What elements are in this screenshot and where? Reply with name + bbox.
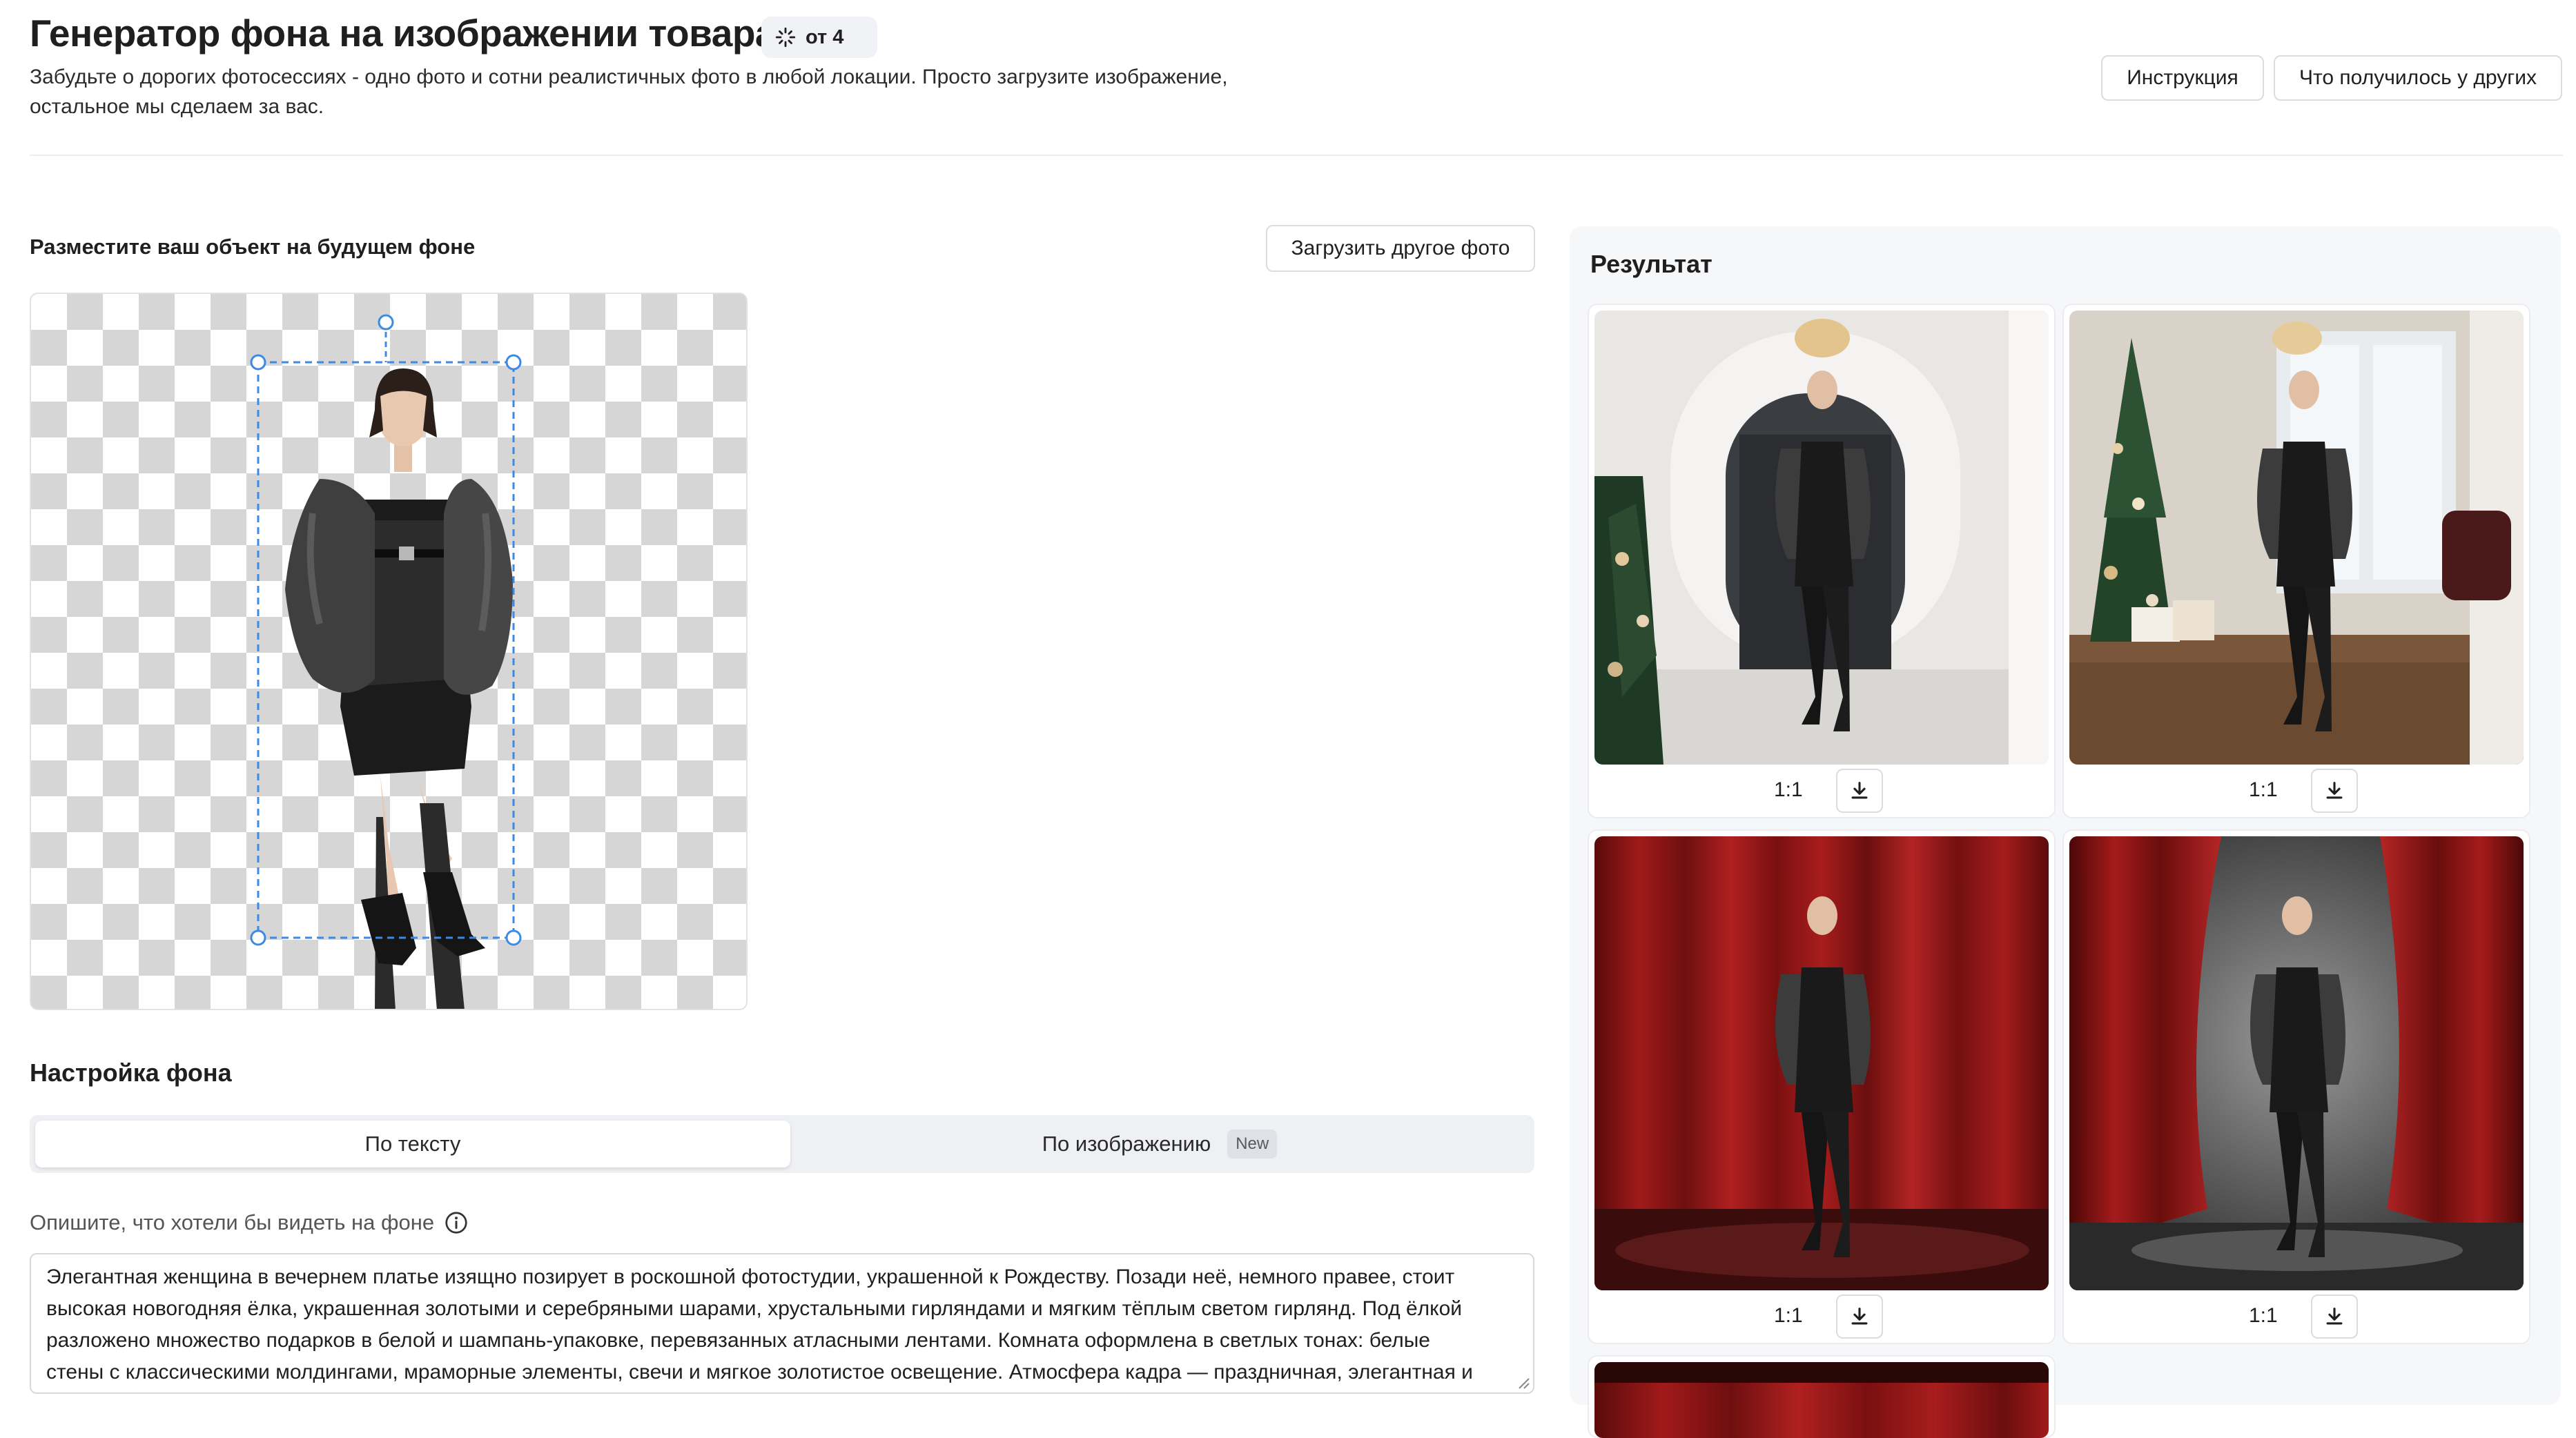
download-icon (2326, 1308, 2343, 1325)
resize-handle-bottom-right (505, 929, 522, 946)
result-heading: Результат (1590, 250, 1713, 278)
result-image-4[interactable] (2069, 836, 2524, 1290)
resize-grip-icon[interactable] (1515, 1375, 1530, 1390)
download-button[interactable] (1836, 1294, 1883, 1339)
place-object-label: Разместите ваш объект на будущем фоне (30, 235, 476, 259)
prompt-line: стены с классическими молдингами, мрамор… (46, 1361, 1473, 1383)
subtitle-line-2: остальное мы сделаем за вас. (30, 95, 324, 118)
download-icon (1851, 1308, 1868, 1325)
header-divider (30, 155, 2563, 156)
result-image-3[interactable] (1594, 836, 2049, 1290)
subtitle-line-1: Забудьте о дорогих фотосессиях - одно фо… (30, 66, 1228, 88)
download-icon (2326, 782, 2343, 799)
info-icon[interactable] (444, 1210, 469, 1235)
download-button[interactable] (2311, 1294, 2358, 1339)
background-settings-heading: Настройка фона (30, 1058, 232, 1087)
product-figure[interactable] (285, 368, 513, 1010)
page-subtitle: Забудьте о дорогих фотосессиях - одно фо… (30, 62, 1327, 121)
magic-sparkle-icon (775, 27, 796, 48)
prompt-label: Опишите, что хотели бы видеть на фоне (30, 1210, 469, 1235)
new-badge: New (1227, 1130, 1278, 1159)
instruction-button[interactable]: Инструкция (2101, 55, 2264, 101)
rotate-handle (378, 314, 394, 331)
tab-by-text[interactable]: По тексту (35, 1121, 790, 1168)
prompt-line: Элегантная женщина в вечернем платье изя… (46, 1265, 1455, 1288)
result-card: 1:1 (1588, 829, 2056, 1344)
tab-by-image-label: По изображению (1042, 1132, 1211, 1156)
aspect-ratio-label: 1:1 (2249, 778, 2278, 801)
prompt-textarea[interactable]: Элегантная женщина в вечернем платье изя… (30, 1253, 1534, 1394)
resize-handle-top-right (505, 354, 522, 371)
download-icon (1851, 782, 1868, 799)
aspect-ratio-label: 1:1 (1774, 778, 1803, 801)
placement-canvas[interactable] (30, 293, 748, 1010)
result-card (1588, 1355, 2056, 1438)
result-card: 1:1 (2062, 304, 2530, 818)
others-results-button[interactable]: Что получилось у других (2274, 55, 2562, 101)
result-image-5[interactable] (1594, 1362, 2049, 1438)
resize-handle-bottom-left (250, 929, 266, 946)
credits-badge: от 4 (761, 17, 877, 58)
tab-by-image[interactable]: По изображению New (790, 1121, 1529, 1168)
resize-handle-top-left (250, 354, 266, 371)
result-image-1[interactable] (1594, 311, 2049, 765)
download-button[interactable] (2311, 769, 2358, 813)
download-button[interactable] (1836, 769, 1883, 813)
aspect-ratio-label: 1:1 (1774, 1304, 1803, 1327)
background-mode-tabs: По тексту По изображению New (30, 1115, 1534, 1173)
page-title: Генератор фона на изображении товара (30, 12, 777, 55)
prompt-label-text: Опишите, что хотели бы видеть на фоне (30, 1210, 435, 1234)
upload-another-photo-button[interactable]: Загрузить другое фото (1266, 225, 1535, 272)
prompt-line: разложено множество подарков в белой и ш… (46, 1329, 1430, 1352)
result-card: 1:1 (1588, 304, 2056, 818)
result-card: 1:1 (2062, 829, 2530, 1344)
aspect-ratio-label: 1:1 (2249, 1304, 2278, 1327)
prompt-line: высокая новогодняя ёлка, украшенная золо… (46, 1297, 1463, 1320)
result-panel: Результат 1:1 1:1 1:1 1:1 (1570, 226, 2561, 1438)
result-image-2[interactable] (2069, 311, 2524, 765)
credits-label: от 4 (806, 26, 844, 48)
